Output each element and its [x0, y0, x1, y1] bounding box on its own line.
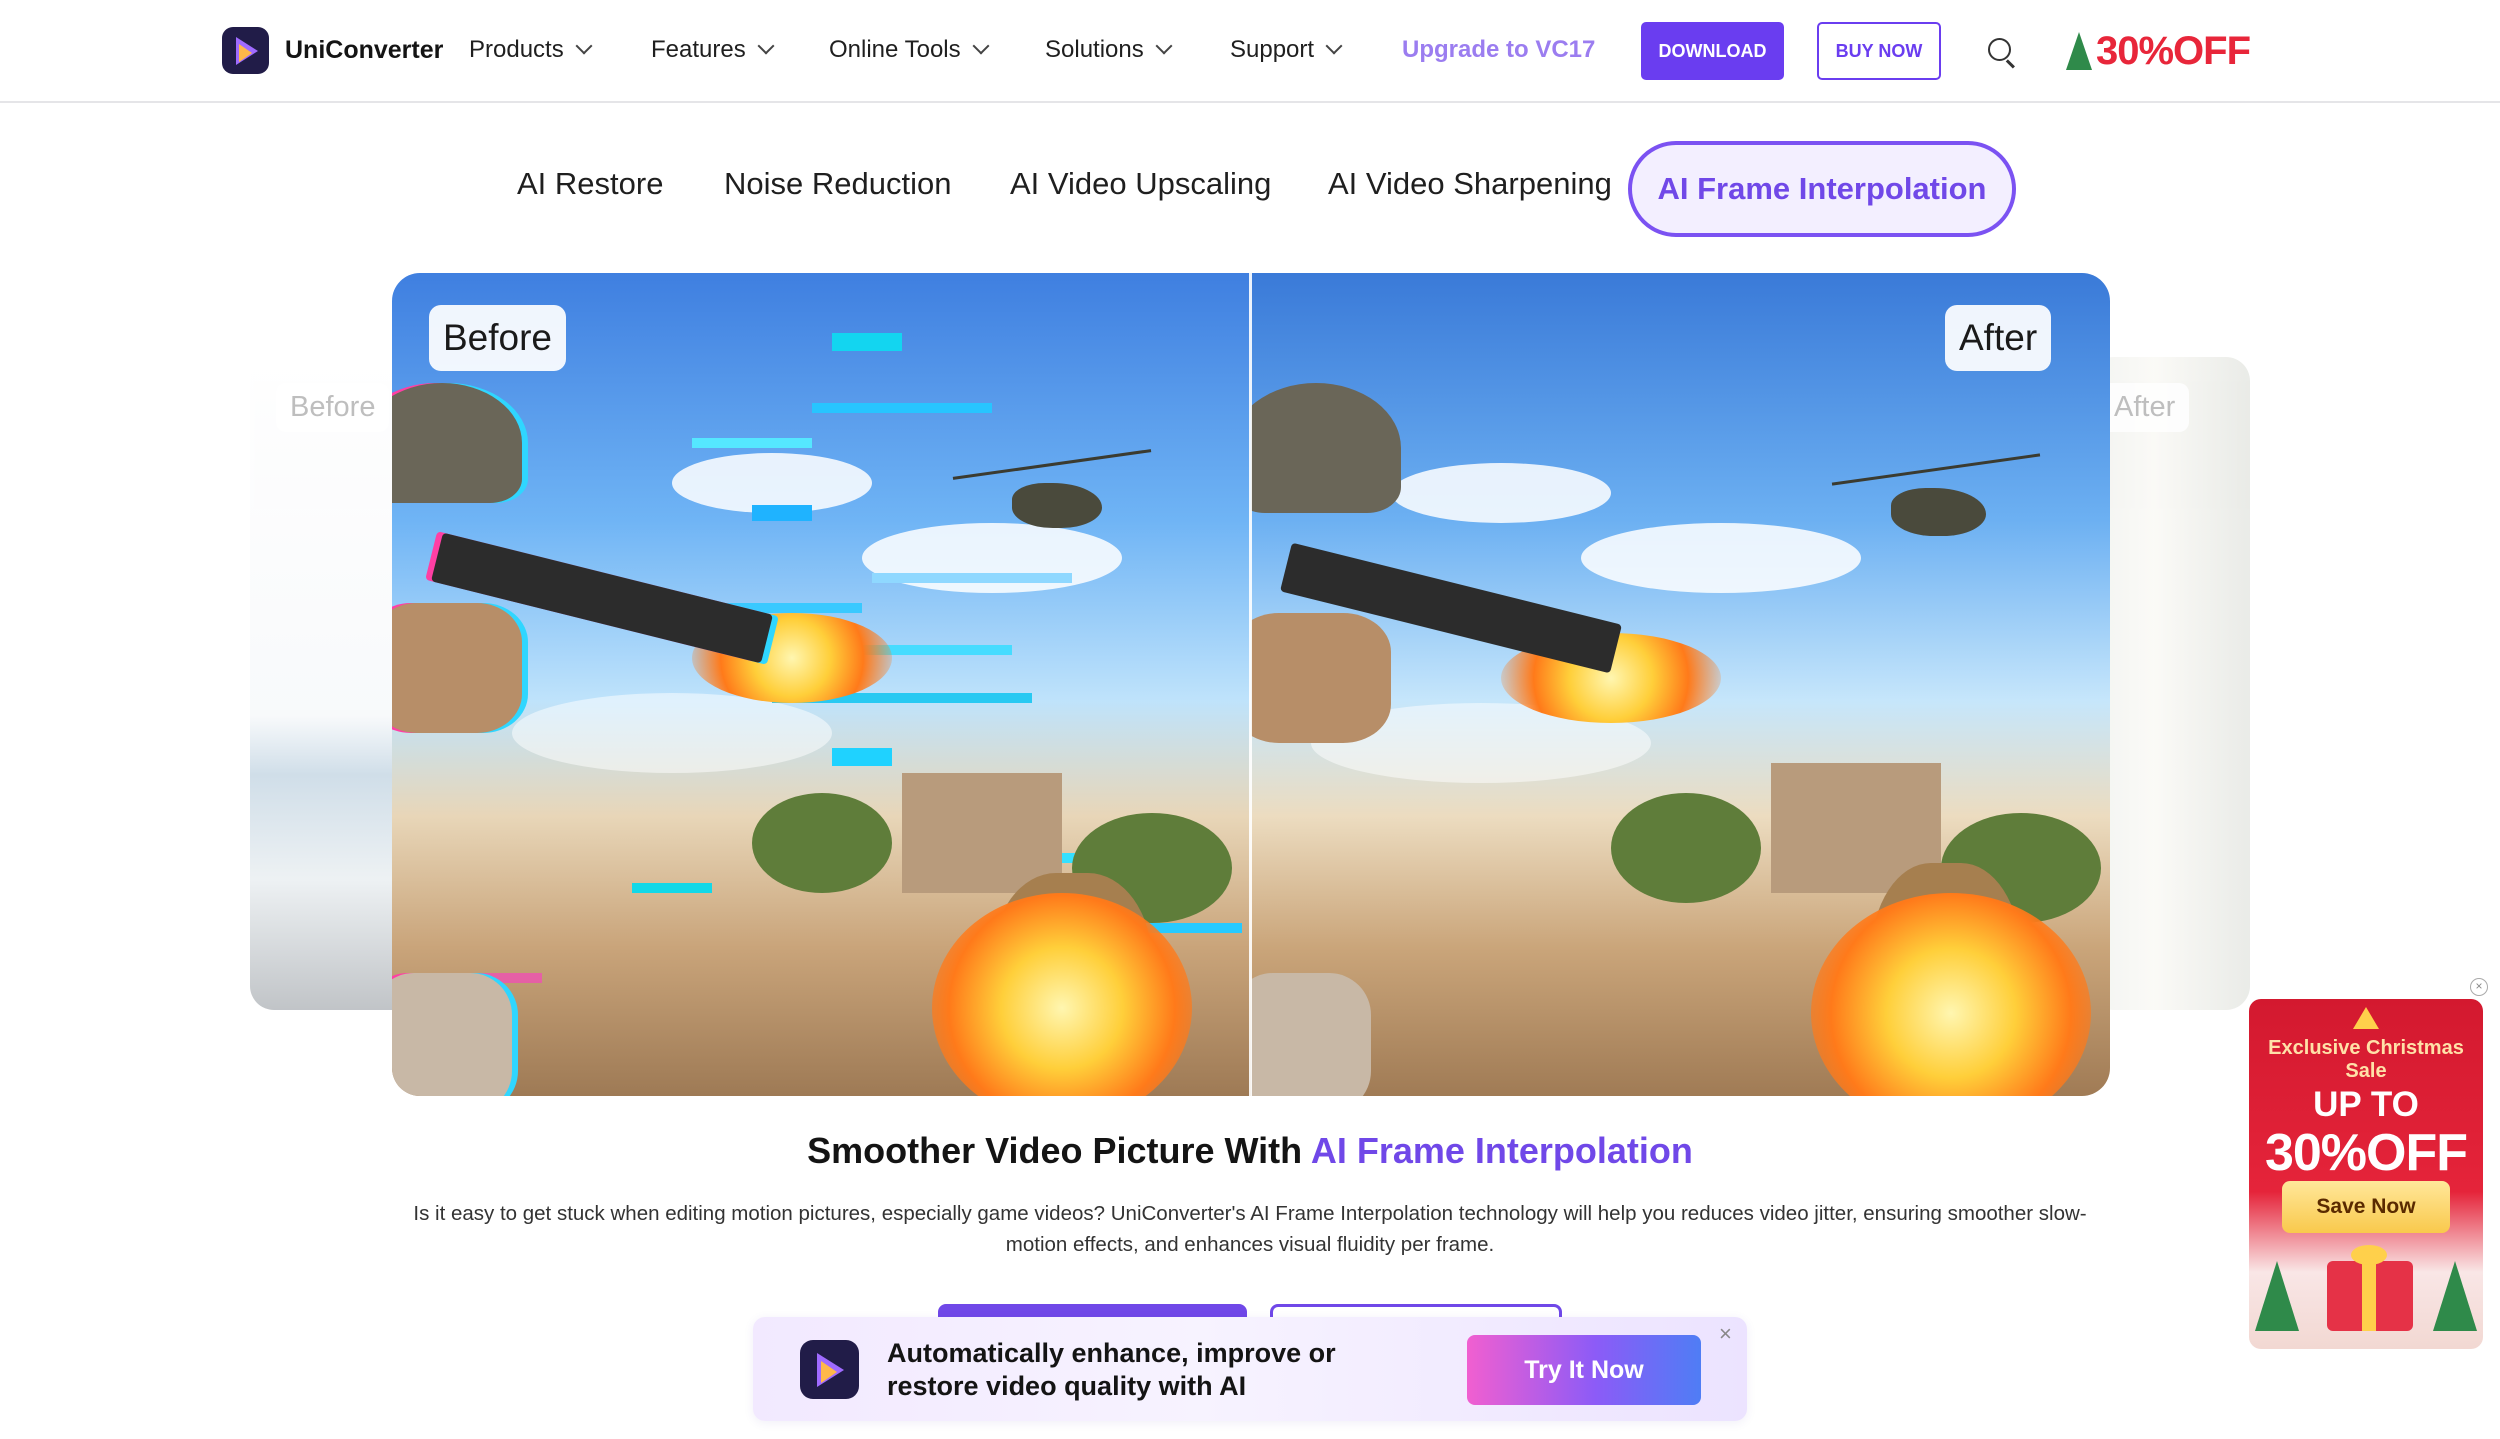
tab-ai-frame-interpolation[interactable]: AI Frame Interpolation: [1628, 141, 2016, 237]
xmas-discount: 30%OFF: [2264, 1124, 2468, 1182]
chevron-down-icon: [757, 37, 775, 55]
buy-now-button[interactable]: BUY NOW: [1817, 22, 1941, 80]
before-image: Before: [392, 273, 1251, 1096]
tab-ai-video-sharpening[interactable]: AI Video Sharpening: [1328, 166, 1612, 202]
try-it-now-button[interactable]: Try It Now: [1467, 1335, 1701, 1405]
nav-support-label: Support: [1230, 36, 1315, 63]
nav-solutions-label: Solutions: [1045, 36, 1144, 63]
promo-badge[interactable]: 30%OFF: [2066, 24, 2251, 78]
xmas-headline: Exclusive Christmas Sale: [2268, 1037, 2464, 1082]
upgrade-link[interactable]: Upgrade to VC17: [1402, 36, 1595, 64]
brand-name[interactable]: UniConverter: [285, 36, 443, 65]
christmas-tree-icon: [2255, 1261, 2299, 1331]
before-label: Before: [429, 305, 567, 371]
compare-slider-handle[interactable]: [1249, 273, 1252, 1096]
nav-solutions[interactable]: Solutions: [1045, 36, 1173, 64]
section-headline: Smoother Video Picture With AI Frame Int…: [0, 1130, 2500, 1172]
save-now-button[interactable]: Save Now: [2282, 1181, 2450, 1233]
download-button[interactable]: DOWNLOAD: [1641, 22, 1784, 80]
uniconverter-logo-icon: [800, 1340, 859, 1399]
tab-ai-video-upscaling[interactable]: AI Video Upscaling: [1010, 166, 1271, 202]
chevron-down-icon: [972, 37, 990, 55]
section-description: Is it easy to get stuck when editing mot…: [413, 1202, 2087, 1256]
headline-highlight: AI Frame Interpolation: [1310, 1130, 1693, 1171]
uniconverter-logo-icon[interactable]: [222, 27, 269, 74]
bottom-promo-banner: Automatically enhance, improve or restor…: [753, 1317, 1747, 1421]
promo-badge-text: 30%OFF: [2096, 28, 2251, 73]
before-after-comparison[interactable]: Before After: [392, 273, 2110, 1096]
site-header: UniConverter Products Features Online To…: [0, 0, 2500, 103]
close-icon[interactable]: ×: [2470, 978, 2488, 996]
close-icon[interactable]: ×: [1719, 1323, 1732, 1345]
nav-features-label: Features: [651, 36, 746, 63]
christmas-tree-icon: [2066, 32, 2092, 70]
nav-support[interactable]: Support: [1230, 36, 1343, 64]
nav-products[interactable]: Products: [469, 36, 593, 64]
next-card-after-label: After: [2100, 383, 2190, 432]
after-image: After: [1251, 273, 2110, 1096]
santa-hat-icon: [2353, 1007, 2379, 1029]
tab-ai-restore[interactable]: AI Restore: [517, 166, 663, 202]
after-label: After: [1945, 305, 2052, 371]
nav-products-label: Products: [469, 36, 564, 63]
prev-card-before-label: Before: [276, 383, 390, 432]
headline-prefix: Smoother Video Picture With: [807, 1130, 1311, 1171]
christmas-tree-icon: [2433, 1261, 2477, 1331]
search-icon[interactable]: [1988, 38, 2016, 69]
nav-online-tools-label: Online Tools: [829, 36, 961, 63]
chevron-down-icon: [575, 37, 593, 55]
nav-features[interactable]: Features: [651, 36, 775, 64]
christmas-sale-popup[interactable]: Exclusive Christmas Sale UP TO 30%OFF Sa…: [2249, 999, 2483, 1349]
chevron-down-icon: [1325, 37, 1343, 55]
nav-online-tools[interactable]: Online Tools: [829, 36, 990, 64]
tab-noise-reduction[interactable]: Noise Reduction: [724, 166, 951, 202]
chevron-down-icon: [1155, 37, 1173, 55]
xmas-up-to: UP TO: [2313, 1085, 2419, 1124]
banner-text: Automatically enhance, improve or restor…: [887, 1338, 1336, 1401]
carousel-next-card[interactable]: After: [2090, 357, 2250, 1010]
